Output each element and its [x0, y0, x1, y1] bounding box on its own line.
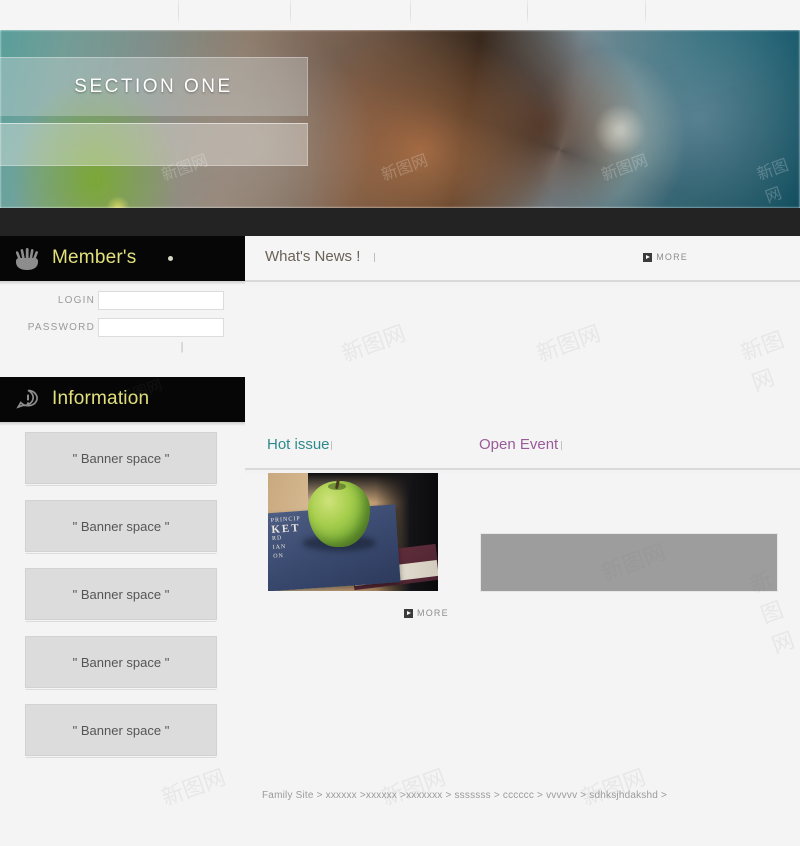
whats-news-header: What's News ! MORE [245, 236, 800, 280]
banner-space-item[interactable]: " Banner space " [24, 636, 218, 696]
banner-space-item[interactable]: " Banner space " [24, 704, 218, 764]
information-panel-title: Information [52, 388, 150, 409]
banner-space-label: " Banner space " [25, 432, 217, 484]
hero-banner: SECTION ONE 新图网 新图网 新图网 新图网 [0, 30, 800, 208]
information-panel-shadow [0, 422, 245, 426]
dark-separator-bar [0, 208, 800, 236]
nav-divider [290, 0, 291, 24]
banner-shadow [24, 689, 218, 699]
hot-issue-tick [331, 441, 332, 450]
dual-section-header: Hot issue Open Event [245, 426, 800, 468]
login-form: LOGIN PASSWORD | [0, 291, 245, 359]
hot-issue-more-link[interactable]: MORE [404, 608, 449, 618]
hot-issue-title: Hot issue [267, 436, 330, 453]
members-panel-title: Member's [52, 247, 137, 268]
hero-caption-underbar [0, 123, 308, 166]
password-input[interactable] [98, 318, 224, 337]
watermark: 新图网 [737, 327, 788, 397]
members-panel-dot [168, 256, 173, 261]
open-event-title: Open Event [479, 436, 559, 453]
footer: Family Site > xxxxxx >xxxxxx >xxxxxxx > … [0, 788, 800, 812]
banner-space-label: " Banner space " [25, 568, 217, 620]
top-navigation-bar [0, 0, 800, 30]
banner-shadow [24, 621, 218, 631]
arrow-right-icon [643, 252, 653, 262]
members-panel-shadow [0, 281, 245, 285]
banner-shadow [24, 553, 218, 563]
hero-caption-text: SECTION ONE [74, 76, 233, 97]
nav-divider [410, 0, 411, 24]
left-sidebar: Member's LOGIN PASSWORD | Information 新图… [0, 236, 245, 764]
info-bubble-icon [16, 389, 40, 411]
password-label: PASSWORD [27, 322, 95, 333]
whats-news-body: 新图网 新图网 新图网 [245, 286, 800, 426]
hero-caption-box: SECTION ONE [0, 57, 308, 116]
banner-shadow [24, 485, 218, 495]
banner-shadow [24, 757, 218, 767]
photo-green-apple [308, 481, 370, 547]
whats-news-more-link[interactable]: MORE [643, 252, 688, 262]
watermark: 新图网 [338, 321, 410, 368]
family-site-links[interactable]: Family Site > xxxxxx >xxxxxx >xxxxxxx > … [262, 790, 667, 801]
hot-issue-image[interactable]: PRINCIP KET RD IAN ON [268, 473, 438, 591]
login-label: LOGIN [57, 295, 95, 306]
login-row: LOGIN [0, 291, 245, 312]
banner-space-item[interactable]: " Banner space " [24, 500, 218, 560]
members-panel-header[interactable]: Member's [0, 236, 245, 281]
open-event-placeholder[interactable] [480, 533, 778, 592]
login-input[interactable] [98, 291, 224, 310]
banner-space-label: " Banner space " [25, 704, 217, 756]
hot-issue-more-label: MORE [417, 608, 449, 618]
banner-space-label: " Banner space " [25, 636, 217, 688]
whats-news-title: What's News ! [265, 248, 361, 265]
banner-space-item[interactable]: " Banner space " [24, 568, 218, 628]
whats-news-tick [374, 253, 375, 262]
login-submit-button[interactable]: | [178, 341, 186, 353]
banner-space-list: " Banner space " " Banner space " " Bann… [24, 432, 218, 772]
page-root: SECTION ONE 新图网 新图网 新图网 新图网 Member's LOG… [0, 0, 800, 846]
nav-divider [527, 0, 528, 24]
open-event-tick [561, 441, 562, 450]
hand-icon [15, 248, 40, 270]
arrow-right-icon [404, 608, 413, 618]
password-row: PASSWORD [0, 318, 245, 339]
information-panel-header[interactable]: Information 新图网 [0, 377, 245, 422]
banner-space-item[interactable]: " Banner space " [24, 432, 218, 492]
nav-divider [178, 0, 179, 24]
watermark: 新图网 [533, 321, 605, 368]
banner-space-label: " Banner space " [25, 500, 217, 552]
nav-divider [645, 0, 646, 24]
whats-news-more-label: MORE [656, 252, 688, 262]
